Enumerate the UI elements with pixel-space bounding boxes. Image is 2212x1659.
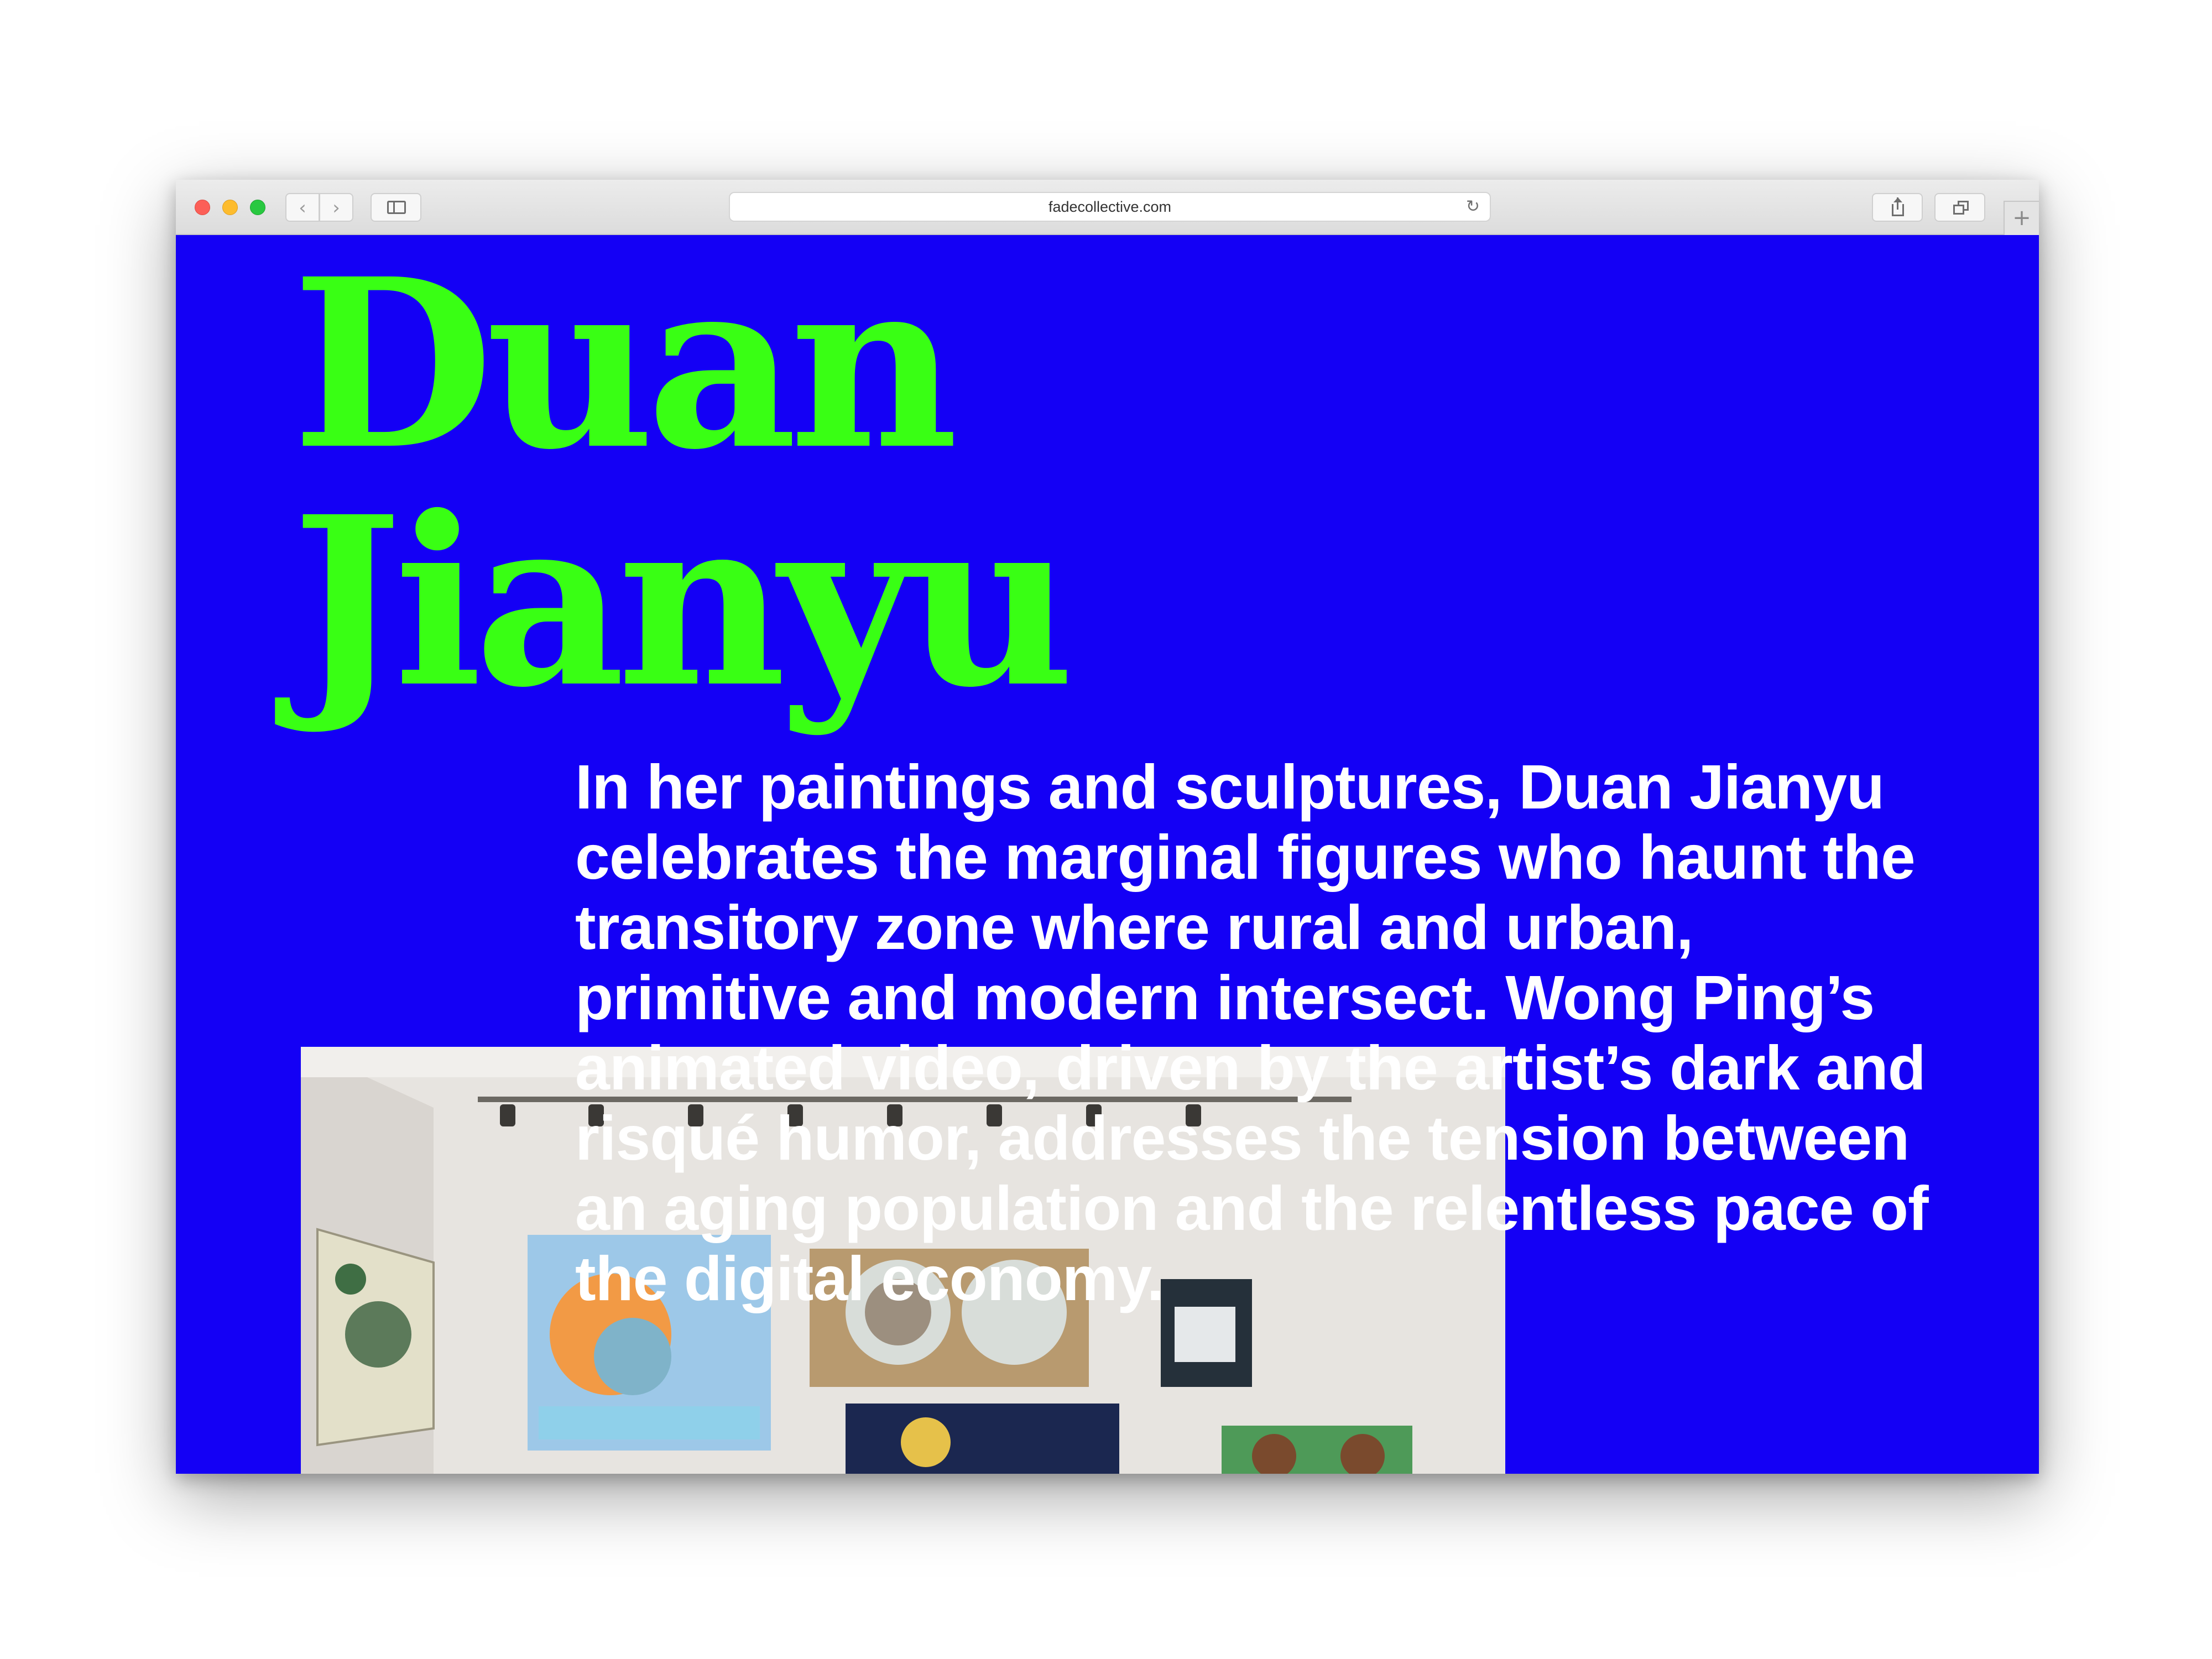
plus-icon: + xyxy=(2012,205,2031,231)
artist-name-heading: Duan Jianyu xyxy=(292,235,1074,739)
minimize-window-button[interactable] xyxy=(222,200,238,215)
close-window-button[interactable] xyxy=(195,200,210,215)
tabs-overview-button[interactable] xyxy=(1934,193,1985,222)
chevron-right-icon: › xyxy=(332,197,340,219)
share-button[interactable] xyxy=(1872,193,1923,222)
chevron-left-icon: ‹ xyxy=(299,197,306,219)
new-tab-button[interactable]: + xyxy=(2004,201,2039,235)
artist-bio: In her paintings and sculptures, Duan Ji… xyxy=(575,752,1929,1313)
url-text: fadecollective.com xyxy=(1048,199,1172,215)
browser-window: ‹ › fadecollective.com ↻ + Duan Jianyu I… xyxy=(176,180,2039,1474)
forward-button[interactable]: › xyxy=(319,193,353,222)
page-content: Duan Jianyu In her paintings and sculptu… xyxy=(176,235,2039,1474)
back-button[interactable]: ‹ xyxy=(285,193,320,222)
zoom-window-button[interactable] xyxy=(250,200,265,215)
browser-toolbar: ‹ › fadecollective.com ↻ + xyxy=(176,180,2039,235)
sidebar-icon xyxy=(387,201,406,214)
reload-icon[interactable]: ↻ xyxy=(1466,193,1480,221)
sidebar-toggle-button[interactable] xyxy=(371,193,421,222)
address-bar[interactable]: fadecollective.com ↻ xyxy=(729,192,1491,222)
